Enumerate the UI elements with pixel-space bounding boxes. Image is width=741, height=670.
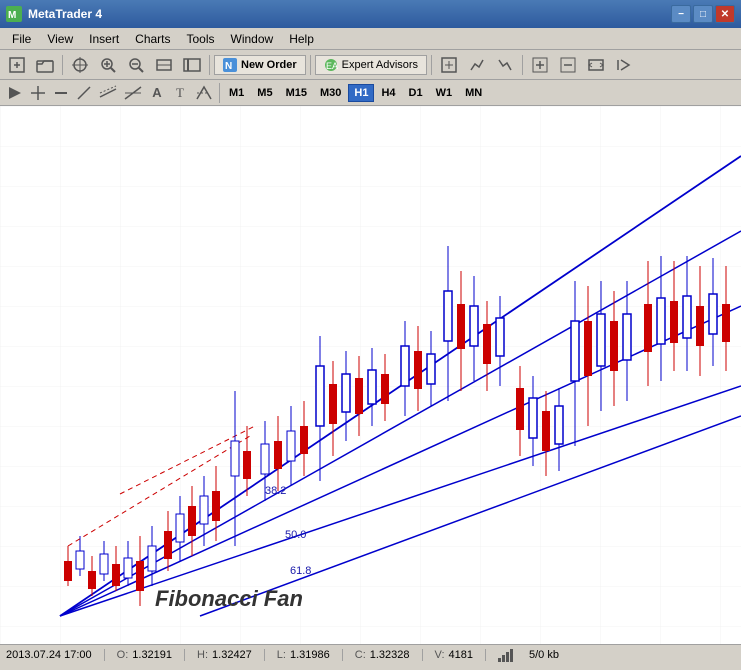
open-label: O: [117,649,129,661]
text-tool-button[interactable]: A [146,83,168,103]
menu-window[interactable]: Window [223,30,282,48]
menu-charts[interactable]: Charts [127,30,178,48]
line-tool-button[interactable] [50,83,72,103]
high-value: 1.32427 [212,649,252,661]
open-price: O: 1.32191 [117,649,172,661]
svg-text:EA: EA [326,61,338,71]
chart-canvas: 38.2 50.0 61.8 [0,106,741,644]
channel-button[interactable] [96,83,120,103]
menu-insert[interactable]: Insert [81,30,127,48]
new-order-button[interactable]: N New Order [214,55,306,75]
svg-text:38.2: 38.2 [265,485,286,497]
menu-tools[interactable]: Tools [179,30,223,48]
file-size-display: 5/0 kb [529,649,559,661]
crosshair-tool-button[interactable] [27,83,49,103]
status-sep-1 [104,649,105,661]
svg-text:Fibonacci Fan: Fibonacci Fan [155,586,303,611]
app-icon: M [6,6,22,22]
volume-value: 4181 [449,649,473,661]
toolbar-drawing: A T M1 M5 M15 M30 H1 H4 D1 W1 MN [0,80,741,106]
status-bar: 2013.07.24 17:00 O: 1.32191 H: 1.32427 L… [0,644,741,664]
open-button[interactable] [32,53,58,77]
title-bar-controls: − □ ✕ [671,5,735,23]
low-value: 1.31986 [290,649,330,661]
new-chart-button[interactable] [4,53,30,77]
timeframe-mn[interactable]: MN [459,84,488,102]
toolbar-separator [62,55,63,75]
zoom-chart-in-button[interactable] [527,53,553,77]
expert-advisors-label: Expert Advisors [342,59,418,71]
fit-button[interactable] [583,53,609,77]
high-price: H: 1.32427 [197,649,252,661]
toolbar-separator-5 [522,55,523,75]
diag-line-button[interactable] [73,83,95,103]
chart-down-button[interactable] [492,53,518,77]
signal-icon [498,648,513,662]
title-bar: M MetaTrader 4 − □ ✕ [0,0,741,28]
toolbar2-separator [219,83,220,103]
status-sep-4 [342,649,343,661]
chart-scroll-button[interactable] [151,53,177,77]
zoom-out-button[interactable] [123,53,149,77]
toolbar-separator-4 [431,55,432,75]
arrow-mark-button[interactable] [192,83,216,103]
chart-up-button[interactable] [464,53,490,77]
timeframe-w1[interactable]: W1 [430,84,459,102]
low-price: L: 1.31986 [277,649,330,661]
menu-file[interactable]: File [4,30,39,48]
zoom-in-button[interactable] [95,53,121,77]
timeframe-m30[interactable]: M30 [314,84,347,102]
label-tool-button[interactable]: T [169,83,191,103]
svg-text:61.8: 61.8 [290,565,311,577]
crosshair-button[interactable] [67,53,93,77]
new-order-label: New Order [241,59,297,71]
zoom-chart-out-button[interactable] [555,53,581,77]
menu-bar: File View Insert Charts Tools Window Hel… [0,28,741,50]
toolbar-main: N New Order EA Expert Advisors [0,50,741,80]
high-label: H: [197,649,208,661]
close-price: C: 1.32328 [355,649,410,661]
datetime-display: 2013.07.24 17:00 [6,649,92,661]
timeframe-m15[interactable]: M15 [280,84,313,102]
title-bar-text: MetaTrader 4 [28,7,671,21]
timeframe-m5[interactable]: M5 [251,84,278,102]
arrow-tool-button[interactable] [4,83,26,103]
status-sep-2 [184,649,185,661]
low-label: L: [277,649,286,661]
toolbar-separator-3 [310,55,311,75]
status-sep-3 [264,649,265,661]
svg-text:50.0: 50.0 [285,529,306,541]
menu-help[interactable]: Help [281,30,322,48]
open-value: 1.32191 [132,649,172,661]
maximize-button[interactable]: □ [693,5,713,23]
menu-view[interactable]: View [39,30,81,48]
timeframe-d1[interactable]: D1 [403,84,429,102]
volume-display: V: 4181 [435,649,473,661]
expert-advisors-button[interactable]: EA Expert Advisors [315,55,427,75]
timeframe-h1[interactable]: H1 [348,84,374,102]
history-center-button[interactable] [436,53,462,77]
period-sep-button[interactable] [179,53,205,77]
svg-text:N: N [225,61,232,72]
close-value: 1.32328 [370,649,410,661]
toolbar-separator-2 [209,55,210,75]
close-button[interactable]: ✕ [715,5,735,23]
timeframe-h4[interactable]: H4 [375,84,401,102]
scroll-right-button[interactable] [611,53,637,77]
status-sep-6 [485,649,486,661]
status-sep-5 [422,649,423,661]
minimize-button[interactable]: − [671,5,691,23]
svg-text:M: M [8,10,16,21]
chart-container[interactable]: 38.2 50.0 61.8 [0,106,741,644]
timeframe-m1[interactable]: M1 [223,84,250,102]
volume-label: V: [435,649,445,661]
fib-button[interactable] [121,83,145,103]
close-label: C: [355,649,366,661]
